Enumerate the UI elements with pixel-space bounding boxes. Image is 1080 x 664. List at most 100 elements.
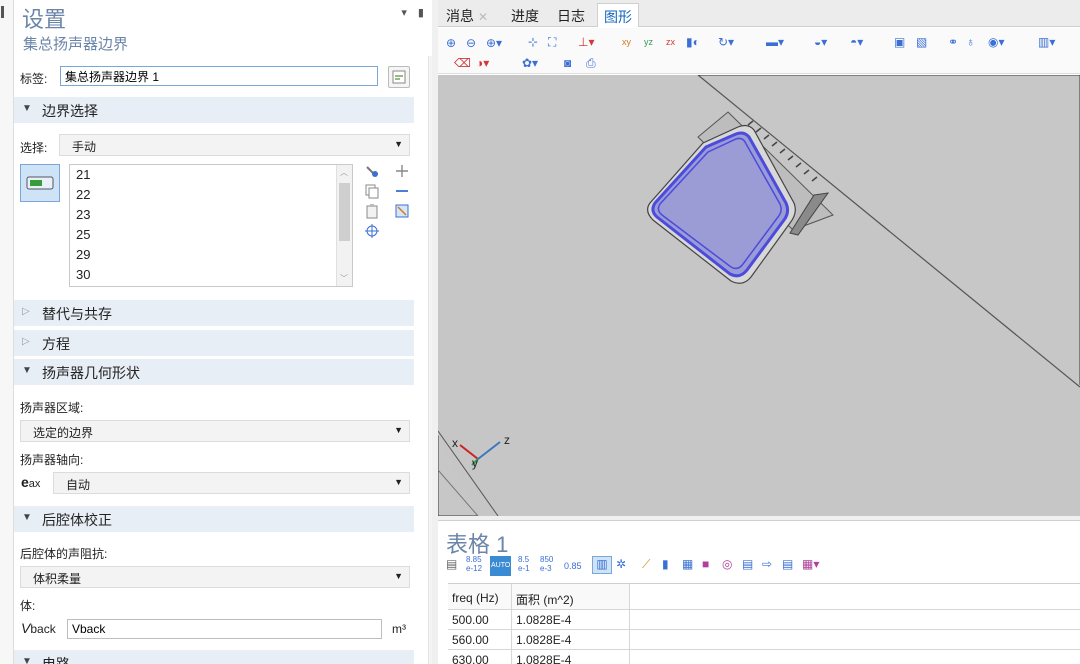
view-axes-icon[interactable]: ⊥▾ (578, 35, 594, 49)
scroll-up-icon[interactable]: ︿ (340, 167, 348, 178)
zoom-box-icon[interactable]: ⊕▾ (486, 36, 502, 50)
table-cell[interactable]: 1.0828E-4 (512, 610, 630, 630)
table-graph-icon[interactable]: ▦ (682, 557, 693, 571)
section-back-volume[interactable]: ▼ 后腔体校正 (14, 506, 414, 532)
impedance-dropdown[interactable]: 体积柔量 ▼ (20, 566, 410, 588)
chevron-down-icon: ▼ (394, 425, 403, 435)
link-icon[interactable]: ⚭ (948, 35, 958, 49)
copy-table-icon[interactable]: ▤ (742, 557, 753, 571)
delete-icon[interactable]: ▮ (662, 557, 669, 571)
add-icon[interactable] (394, 163, 410, 179)
save-table-icon[interactable]: ▤ (782, 557, 793, 571)
section-equation[interactable]: ▷ 方程 (14, 330, 414, 356)
select-mode-icon[interactable]: ▬▾ (766, 35, 784, 49)
table-header-area[interactable]: 面积 (m^2) (512, 584, 630, 610)
zoom-extents-icon[interactable]: ⛶ (548, 35, 556, 49)
selection-active-toggle[interactable] (20, 164, 60, 202)
rotate-icon[interactable]: ↻▾ (718, 35, 734, 49)
print-icon[interactable]: ⎙ (586, 56, 596, 70)
settings-scrollbar[interactable]: ︿ ﹀ (428, 56, 432, 664)
speaker-region-dropdown[interactable]: 选定的边界 ▼ (20, 420, 410, 442)
list-item[interactable]: 21 (76, 167, 90, 182)
table-cell[interactable]: 500.00 (448, 610, 512, 630)
auto-update-icon[interactable]: ✲ (616, 557, 626, 571)
table-cell[interactable]: 1.0828E-4 (512, 630, 630, 650)
export-icon[interactable]: ⇨ (762, 557, 772, 571)
section-title: 方程 (42, 336, 70, 352)
reset-label-button[interactable] (388, 66, 410, 88)
vback-input[interactable] (67, 619, 382, 639)
volume-caption: 体: (20, 599, 36, 613)
pin-icon[interactable] (1, 6, 4, 18)
label-input[interactable] (60, 66, 378, 86)
chevron-down-icon: ▼ (394, 477, 403, 487)
view-yz-icon[interactable]: yz (644, 35, 653, 49)
section-coexistence[interactable]: ▷ 替代与共存 (14, 300, 414, 326)
remove-icon[interactable] (394, 183, 410, 199)
list-scroll-thumb[interactable] (339, 183, 350, 241)
camera-view-icon[interactable]: ◉▾ (988, 35, 1005, 49)
plot-icon[interactable]: ■ (702, 557, 709, 571)
clear-selection-icon[interactable] (394, 203, 410, 219)
axis-z-label: z (504, 433, 510, 447)
table-cell[interactable]: 1.0828E-4 (512, 650, 630, 664)
paint-selection-icon[interactable] (364, 163, 380, 179)
paste-icon[interactable] (364, 203, 380, 219)
scroll-down-icon[interactable]: ﹀ (340, 273, 348, 284)
zoom-selected-icon[interactable]: ⊹ (528, 35, 538, 49)
wireframe-icon[interactable]: ▣ (894, 35, 905, 49)
chevron-down-icon: ▼ (394, 571, 403, 581)
section-circuit[interactable]: ▼ 电路 (14, 650, 414, 664)
view-xy-icon[interactable]: xy (622, 35, 631, 49)
clear-icon[interactable]: ⌫ (454, 56, 471, 70)
table-header-freq[interactable]: freq (Hz) (448, 584, 512, 610)
table-cell-empty (630, 610, 1080, 630)
panel-menu-icon[interactable]: ▾ ▮ (401, 6, 428, 19)
layout-icon[interactable]: ▥▾ (1038, 35, 1055, 49)
lights-icon[interactable]: ◒▾ (814, 35, 827, 49)
tab-progress[interactable]: 进度 (505, 3, 545, 27)
format-engineering-button[interactable]: 8.85 e-12 (466, 555, 482, 573)
list-item[interactable]: 29 (76, 247, 90, 262)
tab-messages[interactable]: 消息 ✕ (440, 3, 494, 27)
section-speaker-geometry[interactable]: ▼ 扬声器几何形状 (14, 359, 414, 385)
table-layout-icon[interactable]: ▦▾ (802, 557, 819, 571)
list-item[interactable]: 30 (76, 267, 90, 282)
tab-log[interactable]: 日志 (551, 3, 591, 27)
list-item[interactable]: 22 (76, 187, 90, 202)
geometry-canvas[interactable]: x z y (438, 75, 1080, 516)
transparency-icon[interactable]: ◓▾ (850, 35, 863, 49)
graphics-viewport[interactable]: x z y (438, 75, 1080, 516)
format-e3-button[interactable]: 850 e-3 (540, 555, 553, 573)
view-zx-icon[interactable]: zx (666, 35, 675, 49)
camera-icon[interactable]: ◙ (564, 56, 571, 70)
boundary-list[interactable]: 21 22 23 25 29 30 ︿ ﹀ (69, 164, 353, 287)
histogram-icon[interactable]: ◎ (722, 557, 732, 571)
full-precision-icon[interactable]: ▥ (592, 556, 612, 574)
copy-icon[interactable] (364, 183, 380, 199)
render-icon[interactable]: ▧ (916, 35, 927, 49)
table-cell[interactable]: 630.00 (448, 650, 512, 664)
clear-table-icon[interactable]: ⟋ (642, 557, 650, 571)
axis-symbol-sub: ax (28, 478, 41, 490)
speaker-axis-dropdown[interactable]: 自动 ▼ (53, 472, 410, 494)
reset-view-icon[interactable]: ✿▾ (522, 56, 538, 70)
list-scrollbar[interactable]: ︿ ﹀ (336, 165, 352, 286)
list-item[interactable]: 25 (76, 227, 90, 242)
scene-light-icon[interactable]: ♁ (966, 35, 975, 49)
tab-graphics[interactable]: 图形 (597, 3, 639, 27)
format-scientific-button[interactable]: 8.5 e-1 (518, 555, 530, 573)
format-auto-button[interactable]: AUTO (490, 556, 512, 576)
zoom-out-icon[interactable]: ⊖ (466, 36, 476, 50)
table-cell[interactable]: 560.00 (448, 630, 512, 650)
scene-icon[interactable]: ◑▾ (476, 56, 489, 70)
format-decimal-button[interactable]: 0.85 (564, 559, 582, 573)
close-icon[interactable]: ✕ (478, 10, 488, 24)
zoom-to-selection-icon[interactable] (364, 223, 380, 239)
list-item[interactable]: 23 (76, 207, 90, 222)
section-boundary-selection[interactable]: ▼ 边界选择 (14, 97, 414, 123)
selection-dropdown[interactable]: 手动 ▼ (59, 134, 410, 156)
view-3d-icon[interactable]: ▮◐ (686, 35, 700, 49)
table-settings-icon[interactable]: ▤ (446, 557, 457, 571)
zoom-in-icon[interactable]: ⊕ (446, 36, 456, 50)
